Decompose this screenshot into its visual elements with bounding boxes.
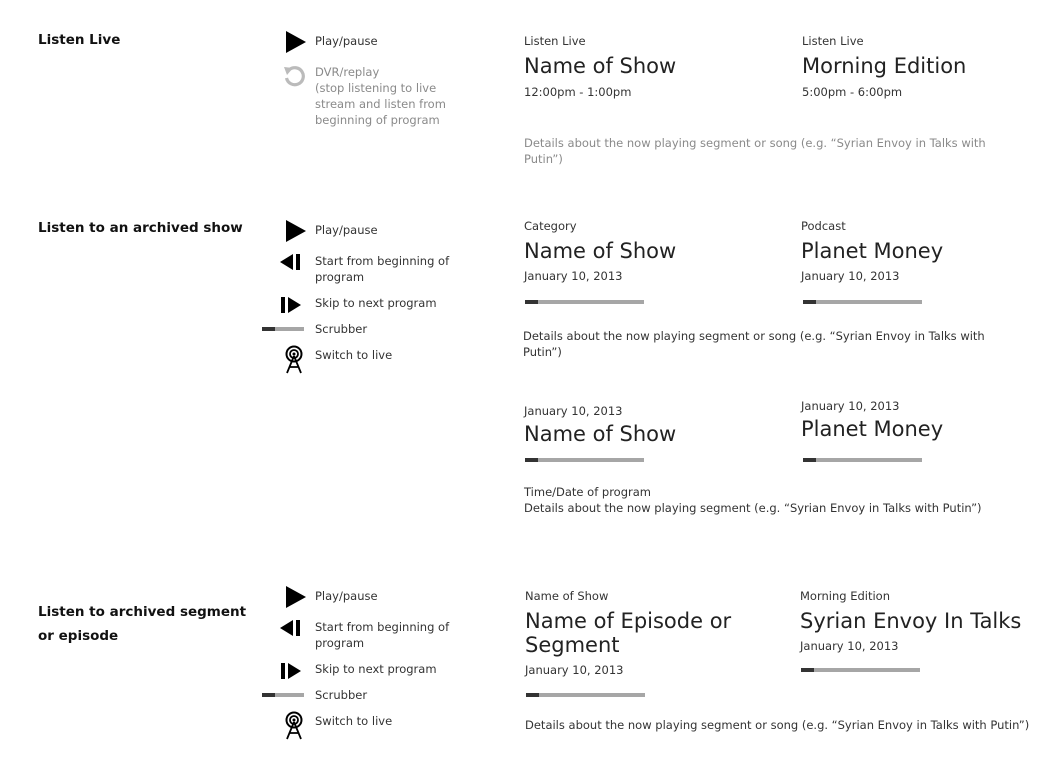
legend-play-pause-label: Play/pause bbox=[315, 589, 378, 603]
progress-scrubber[interactable] bbox=[803, 300, 922, 304]
legend-switch-live-label: Switch to live bbox=[315, 714, 393, 728]
card-title: Name of Show bbox=[524, 54, 677, 78]
section-title-archived-show: Listen to an archived show bbox=[38, 220, 243, 236]
program-time-date: Time/Date of program bbox=[524, 485, 651, 499]
replay-icon bbox=[284, 66, 305, 87]
skip-next-icon bbox=[281, 297, 301, 313]
progress-scrubber[interactable] bbox=[526, 693, 645, 697]
card-time: 5:00pm - 6:00pm bbox=[802, 85, 903, 99]
card-label: Podcast bbox=[801, 219, 846, 233]
legend-dvr-line: (stop listening to live bbox=[315, 81, 437, 95]
section-title-line: or episode bbox=[38, 628, 119, 644]
card-title: Name of Show bbox=[524, 422, 677, 446]
live-card-1[interactable]: Listen Live Name of Show 12:00pm - 1:00p… bbox=[524, 34, 774, 100]
archived-card-2[interactable]: Podcast Planet Money January 10, 2013 bbox=[801, 219, 1031, 284]
scrubber-icon bbox=[262, 693, 304, 697]
live-now-playing-details: Details about the now playing segment or… bbox=[524, 136, 986, 166]
legend-dvr-line: DVR/replay bbox=[315, 65, 380, 79]
now-playing-details: Details about the now playing segment (e… bbox=[524, 501, 982, 515]
progress-fill bbox=[801, 668, 815, 672]
progress-scrubber[interactable] bbox=[525, 300, 644, 304]
legend-start-line: Start from beginning of bbox=[315, 620, 450, 634]
card-date: January 10, 2013 bbox=[801, 399, 900, 413]
legend-start-line: program bbox=[315, 270, 365, 284]
segment-card-1[interactable]: Name of Show Name of Episode or Segment … bbox=[525, 589, 785, 678]
card-title: Morning Edition bbox=[802, 54, 967, 78]
card-title: Segment bbox=[525, 633, 620, 657]
start-from-beginning-icon bbox=[280, 620, 300, 636]
card-title: Name of Episode or bbox=[525, 609, 732, 633]
card-title: Planet Money bbox=[801, 239, 944, 263]
play-icon bbox=[286, 31, 306, 53]
archived-now-playing-details: Details about the now playing segment or… bbox=[523, 329, 985, 359]
card-date: January 10, 2013 bbox=[525, 663, 624, 677]
legend-scrubber-label: Scrubber bbox=[315, 322, 368, 336]
legend-start-label: Start from beginning of program bbox=[315, 619, 449, 651]
card-date: January 10, 2013 bbox=[801, 269, 900, 283]
progress-fill bbox=[525, 458, 539, 462]
progress-scrubber[interactable] bbox=[525, 458, 644, 462]
legend-start-line: program bbox=[315, 636, 365, 650]
legend-dvr-label: DVR/replay (stop listening to live strea… bbox=[315, 64, 446, 128]
legend-play-pause-label: Play/pause bbox=[315, 223, 378, 237]
section-title-listen-live: Listen Live bbox=[38, 32, 121, 48]
card-label: Listen Live bbox=[524, 34, 586, 48]
scrubber-icon bbox=[262, 327, 304, 331]
progress-scrubber[interactable] bbox=[801, 668, 920, 672]
live-antenna-icon bbox=[285, 345, 303, 374]
segment-now-playing-details: Details about the now playing segment or… bbox=[525, 718, 1030, 732]
section-title-archived-segment: Listen to archived segment or episode bbox=[38, 600, 246, 648]
legend-skip-label: Skip to next program bbox=[315, 296, 437, 310]
play-icon bbox=[286, 220, 306, 242]
legend-switch-live-label: Switch to live bbox=[315, 348, 393, 362]
archived-alt-details: Time/Date of program Details about the n… bbox=[524, 484, 1024, 516]
live-card-2[interactable]: Listen Live Morning Edition 5:00pm - 6:0… bbox=[802, 34, 1032, 100]
progress-fill bbox=[803, 458, 817, 462]
card-time: 12:00pm - 1:00pm bbox=[524, 85, 632, 99]
start-from-beginning-icon bbox=[280, 254, 300, 270]
legend-dvr-line: beginning of program bbox=[315, 113, 440, 127]
legend-start-label: Start from beginning of program bbox=[315, 253, 449, 285]
archived-card-1[interactable]: Category Name of Show January 10, 2013 bbox=[524, 219, 774, 284]
archived-alt-card-2[interactable]: January 10, 2013 Planet Money bbox=[801, 399, 1031, 441]
progress-fill bbox=[525, 300, 539, 304]
legend-start-line: Start from beginning of bbox=[315, 254, 450, 268]
segment-card-2[interactable]: Morning Edition Syrian Envoy In Talks Ja… bbox=[800, 589, 1035, 654]
card-date: January 10, 2013 bbox=[524, 269, 623, 283]
play-icon bbox=[286, 586, 306, 608]
card-label: Name of Show bbox=[525, 589, 609, 603]
legend-scrubber-label: Scrubber bbox=[315, 688, 368, 702]
live-antenna-icon bbox=[285, 711, 303, 740]
progress-scrubber[interactable] bbox=[803, 458, 922, 462]
legend-dvr-line: stream and listen from bbox=[315, 97, 446, 111]
card-label: Morning Edition bbox=[800, 589, 891, 603]
progress-fill bbox=[803, 300, 817, 304]
legend-play-pause-label: Play/pause bbox=[315, 34, 378, 48]
card-date: January 10, 2013 bbox=[524, 404, 623, 418]
legend-skip-label: Skip to next program bbox=[315, 662, 437, 676]
skip-next-icon bbox=[281, 663, 301, 679]
progress-fill bbox=[526, 693, 540, 697]
archived-alt-card-1[interactable]: January 10, 2013 Name of Show bbox=[524, 404, 774, 446]
card-title: Name of Show bbox=[524, 239, 677, 263]
card-title: Planet Money bbox=[801, 417, 944, 441]
card-label: Listen Live bbox=[802, 34, 864, 48]
card-title: Syrian Envoy In Talks bbox=[800, 609, 1022, 633]
card-label: Category bbox=[524, 219, 577, 233]
section-title-line: Listen to archived segment bbox=[38, 604, 247, 620]
card-date: January 10, 2013 bbox=[800, 639, 899, 653]
